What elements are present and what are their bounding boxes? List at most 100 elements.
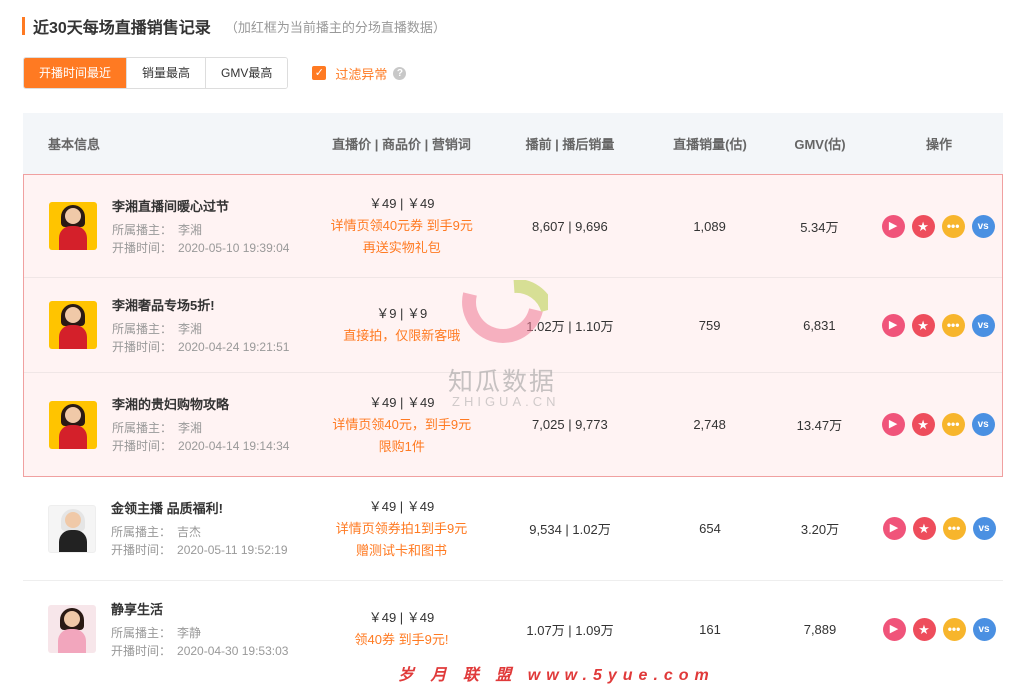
sales-before-after: 8,607 | 9,696 <box>532 218 608 234</box>
stream-title[interactable]: 李湘奢品专场5折! <box>112 295 289 314</box>
owner-label: 所属播主： <box>112 321 173 336</box>
price: ￥49 | ￥49 <box>368 610 435 625</box>
price: ￥9 | ￥9 <box>376 306 428 321</box>
sort-tab-latest[interactable]: 开播时间最近 <box>24 58 127 88</box>
owner-label: 所属播主： <box>112 222 173 237</box>
row-actions: ▶ ★ ••• vs <box>869 313 1002 337</box>
vs-icon[interactable]: vs <box>972 517 996 540</box>
promo-line-1: 详情页领40元券 到手9元 <box>330 218 473 233</box>
price: ￥49 | ￥49 <box>368 394 435 410</box>
header-info: 基本信息 <box>48 137 101 152</box>
start-time: 2020-04-14 19:14:34 <box>178 439 290 453</box>
time-line: 开播时间： 2020-04-30 19:53:03 <box>111 642 288 660</box>
sort-toolbar: 开播时间最近 销量最高 GMV最高 ✓ 过滤异常 ? <box>23 57 407 89</box>
footer-watermark: 岁 月 联 盟 www.5yue.com <box>398 667 715 684</box>
price-cell: ￥49 | ￥49 详情页领40元券 到手9元 再送实物礼包 <box>313 193 490 259</box>
sort-tab-sales[interactable]: 销量最高 <box>126 58 206 88</box>
est-sales: 1,089 <box>693 218 726 234</box>
price: ￥49 | ￥49 <box>368 196 435 211</box>
play-icon[interactable]: ▶ <box>882 617 906 641</box>
owner-name: 李静 <box>177 625 202 640</box>
play-icon[interactable]: ▶ <box>881 214 905 238</box>
more-icon[interactable]: ••• <box>941 313 965 337</box>
play-icon[interactable]: ▶ <box>882 517 906 540</box>
star-icon[interactable]: ★ <box>912 517 936 540</box>
owner-line: 所属播主： 李湘 <box>112 320 289 338</box>
header-price: 直播价 | 商品价 | 营销词 <box>332 137 471 152</box>
avatar[interactable] <box>48 605 96 653</box>
price-cell: ￥9 | ￥9 直接拍，仅限新客哦 <box>313 303 490 347</box>
sales-table: 基本信息 直播价 | 商品价 | 营销词 播前 | 播后销量 直播销量(估) G… <box>23 113 1003 677</box>
price-cell: ￥49 | ￥49 领40券 到手9元! <box>313 607 490 651</box>
owner-line: 所属播主： 李湘 <box>112 419 289 437</box>
accent-bar <box>22 17 25 35</box>
vs-icon[interactable]: vs <box>971 313 995 337</box>
owner-line: 所属播主： 吉杰 <box>111 523 288 541</box>
est-sales: 161 <box>699 621 721 637</box>
play-icon[interactable]: ▶ <box>881 313 905 337</box>
star-icon[interactable]: ★ <box>911 214 935 238</box>
row-info: 李湘直播间暖心过节 所属播主： 李湘 开播时间： 2020-05-10 19:39:… <box>24 196 313 257</box>
promo-line-1: 领40券 到手9元! <box>354 632 449 647</box>
table-row[interactable]: 李湘直播间暖心过节 所属播主： 李湘 开播时间： 2020-05-10 19:39:… <box>24 175 1002 278</box>
gmv: 6,831 <box>803 317 836 333</box>
play-icon[interactable]: ▶ <box>881 413 905 436</box>
owner-name: 李湘 <box>178 421 203 435</box>
price: ￥49 | ￥49 <box>368 498 435 514</box>
promo-line-2: 限购1件 <box>378 438 425 454</box>
avatar[interactable] <box>49 400 97 449</box>
gmv: 5.34万 <box>800 219 839 235</box>
time-line: 开播时间： 2020-05-11 19:52:19 <box>111 541 288 559</box>
sort-tabs: 开播时间最近 销量最高 GMV最高 <box>23 57 289 89</box>
more-icon[interactable]: ••• <box>942 617 966 641</box>
stream-title[interactable]: 李湘直播间暖心过节 <box>112 196 289 215</box>
stream-title[interactable]: 金领主播 品质福利! <box>111 498 288 517</box>
sales-before-after: 1.07万 | 1.09万 <box>526 622 614 638</box>
time-line: 开播时间： 2020-04-14 19:14:34 <box>112 437 289 455</box>
more-icon[interactable]: ••• <box>941 214 965 238</box>
start-time: 2020-05-11 19:52:19 <box>177 543 288 557</box>
row-info: 李湘的贵妇购物攻略 所属播主： 李湘 开播时间： 2020-04-14 19:14:… <box>24 394 313 455</box>
gmv: 13.47万 <box>796 418 843 433</box>
time-line: 开播时间： 2020-05-10 19:39:04 <box>112 239 289 257</box>
more-icon[interactable]: ••• <box>941 413 965 436</box>
section-header: 近30天每场直播销售记录 （加红框为当前播主的分场直播数据） <box>22 14 446 38</box>
filter-checkbox[interactable]: ✓ <box>312 66 327 80</box>
filter-anomaly[interactable]: ✓ 过滤异常 ? <box>312 64 407 83</box>
header-est: 直播销量(估) <box>673 137 747 152</box>
owner-line: 所属播主： 李湘 <box>112 221 289 239</box>
table-row[interactable]: 金领主播 品质福利! 所属播主： 吉杰 开播时间： 2020-05-11 19:52… <box>23 477 1003 581</box>
table-row[interactable]: 李湘的贵妇购物攻略 所属播主： 李湘 开播时间： 2020-04-14 19:14:… <box>24 373 1002 476</box>
start-time: 2020-04-30 19:53:03 <box>177 643 289 658</box>
star-icon[interactable]: ★ <box>911 313 935 337</box>
table-row[interactable]: 李湘奢品专场5折! 所属播主： 李湘 开播时间： 2020-04-24 19:21:… <box>24 278 1002 373</box>
avatar[interactable] <box>49 202 97 250</box>
row-actions: ▶ ★ ••• vs <box>869 214 1002 238</box>
avatar[interactable] <box>49 301 97 349</box>
vs-icon[interactable]: vs <box>971 413 995 436</box>
promo-line-1: 直接拍，仅限新客哦 <box>343 328 461 343</box>
sales-before-after: 1.02万 | 1.10万 <box>526 318 614 334</box>
stream-title[interactable]: 静享生活 <box>111 599 288 618</box>
star-icon[interactable]: ★ <box>912 617 936 641</box>
stream-title[interactable]: 李湘的贵妇购物攻略 <box>112 394 289 413</box>
avatar[interactable] <box>48 504 96 553</box>
time-label: 开播时间： <box>111 643 172 658</box>
time-line: 开播时间： 2020-04-24 19:21:51 <box>112 338 289 356</box>
owner-label: 所属播主： <box>111 525 172 539</box>
star-icon[interactable]: ★ <box>911 413 935 436</box>
more-icon[interactable]: ••• <box>942 517 966 540</box>
question-circle-icon[interactable]: ? <box>393 66 407 80</box>
gmv: 7,889 <box>803 621 837 637</box>
start-time: 2020-05-10 19:39:04 <box>178 240 290 255</box>
header-op: 操作 <box>925 137 952 152</box>
promo-line-1: 详情页领40元，到手9元 <box>332 416 472 432</box>
section-title: 近30天每场直播销售记录 <box>33 20 211 37</box>
vs-icon[interactable]: vs <box>971 214 995 238</box>
vs-icon[interactable]: vs <box>972 617 996 641</box>
owner-name: 李湘 <box>178 321 203 336</box>
sort-tab-gmv[interactable]: GMV最高 <box>205 58 288 88</box>
filter-label[interactable]: 过滤异常 <box>335 64 387 83</box>
promo-line-2: 再送实物礼包 <box>362 240 441 255</box>
price-cell: ￥49 | ￥49 详情页领券拍1到手9元 赠测试卡和图书 <box>313 496 490 562</box>
